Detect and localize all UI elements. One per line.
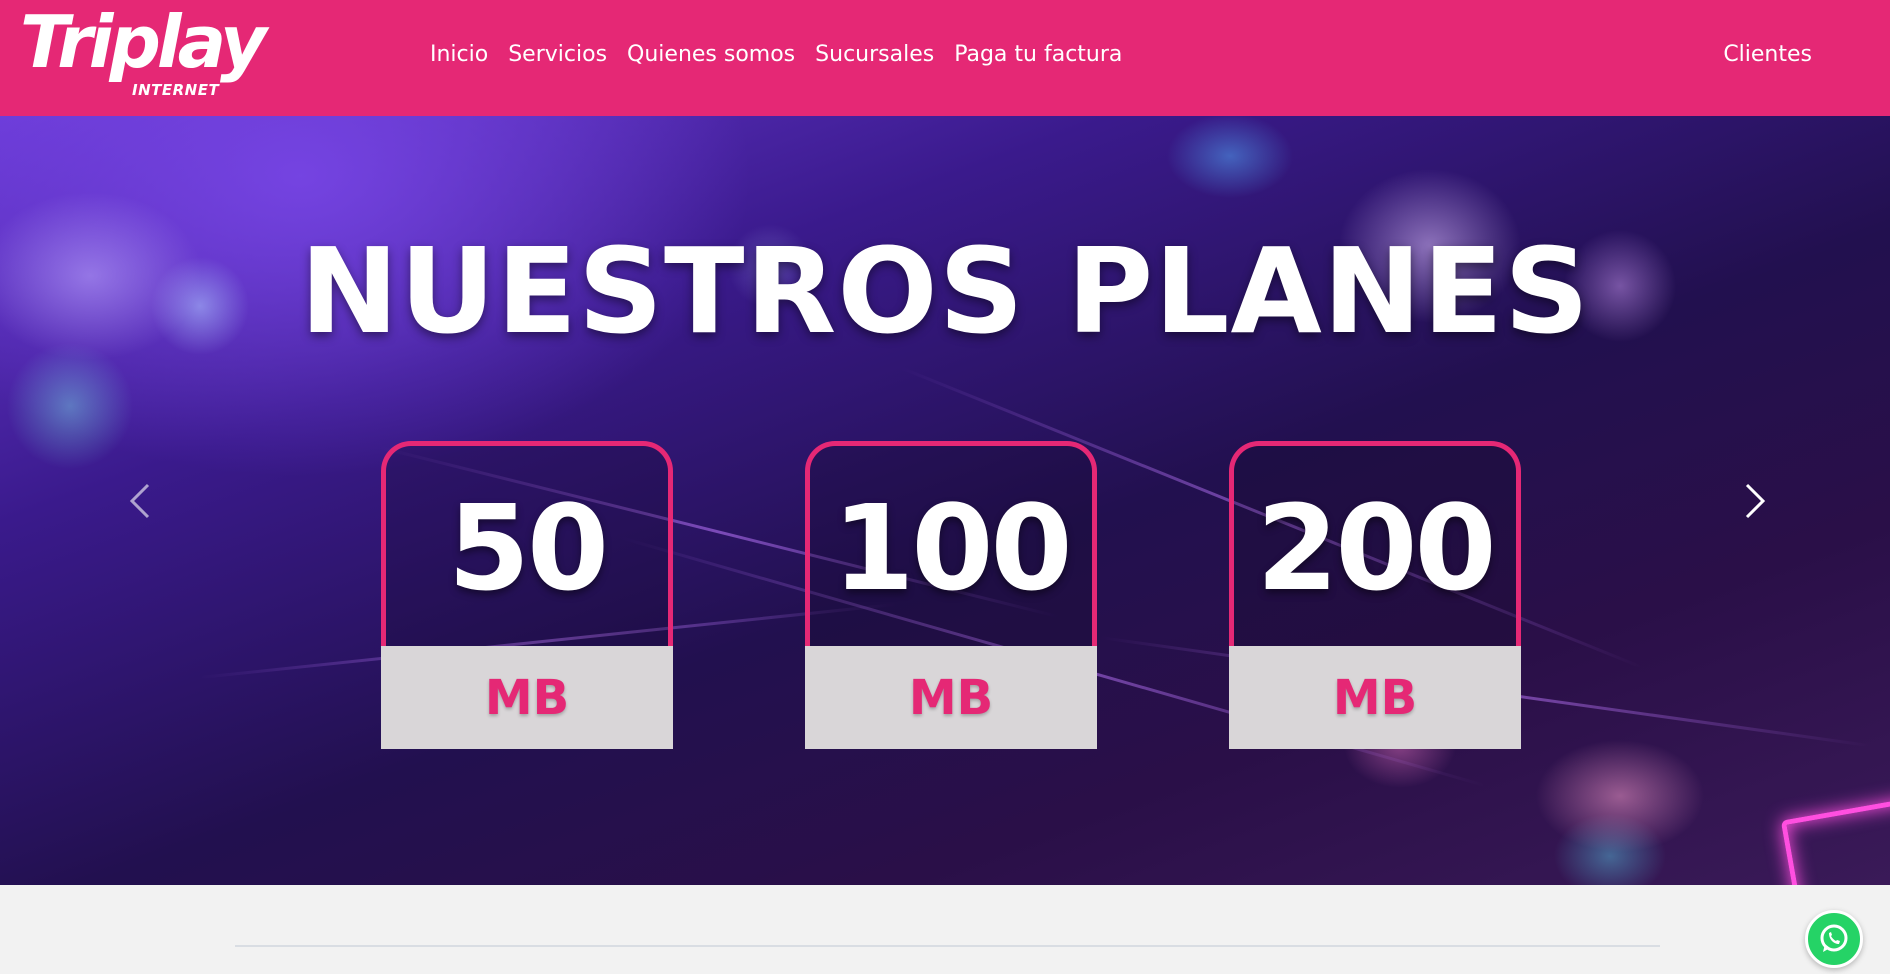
- site-header: Triplay INTERNET Inicio Servicios Quiene…: [0, 0, 1890, 116]
- plan-speed-unit: MB: [908, 669, 994, 726]
- whatsapp-icon: [1820, 924, 1848, 952]
- carousel-next-button[interactable]: [1740, 481, 1770, 521]
- plan-speed-value: 50: [447, 479, 609, 617]
- plan-speed-value: 200: [1256, 479, 1496, 617]
- plan-unit-panel: MB: [1229, 646, 1521, 749]
- plan-unit-panel: MB: [381, 646, 673, 749]
- section-divider: [235, 945, 1660, 947]
- carousel-prev-button[interactable]: [125, 481, 155, 521]
- whatsapp-button[interactable]: [1805, 910, 1863, 968]
- chevron-right-icon: [1745, 483, 1766, 519]
- hero-carousel: NUESTROS PLANES 50 MB 100 MB 200 MB: [0, 116, 1890, 885]
- neon-frame: [1780, 793, 1890, 885]
- triplay-logo[interactable]: Triplay INTERNET: [20, 6, 275, 105]
- nav-item-inicio[interactable]: Inicio: [420, 40, 498, 70]
- plan-speed-unit: MB: [484, 669, 570, 726]
- nav-item-clientes[interactable]: Clientes: [1723, 40, 1812, 70]
- plan-speed-unit: MB: [1332, 669, 1418, 726]
- plan-card-50[interactable]: 50 MB: [381, 441, 673, 749]
- nav-item-quienes-somos[interactable]: Quienes somos: [617, 40, 805, 70]
- logo-tagline: INTERNET: [132, 81, 220, 99]
- chevron-left-icon: [129, 483, 150, 519]
- plan-card-100[interactable]: 100 MB: [805, 441, 1097, 749]
- plan-speed-value: 100: [832, 479, 1072, 617]
- plan-unit-panel: MB: [805, 646, 1097, 749]
- nav-item-paga-tu-factura[interactable]: Paga tu factura: [944, 40, 1132, 70]
- nav-item-servicios[interactable]: Servicios: [498, 40, 617, 70]
- hero-title: NUESTROS PLANES: [299, 222, 1591, 360]
- logo-wordmark: Triplay: [20, 0, 267, 84]
- main-nav: Inicio Servicios Quienes somos Sucursale…: [420, 40, 1132, 70]
- plan-card-200[interactable]: 200 MB: [1229, 441, 1521, 749]
- nav-item-sucursales[interactable]: Sucursales: [805, 40, 944, 70]
